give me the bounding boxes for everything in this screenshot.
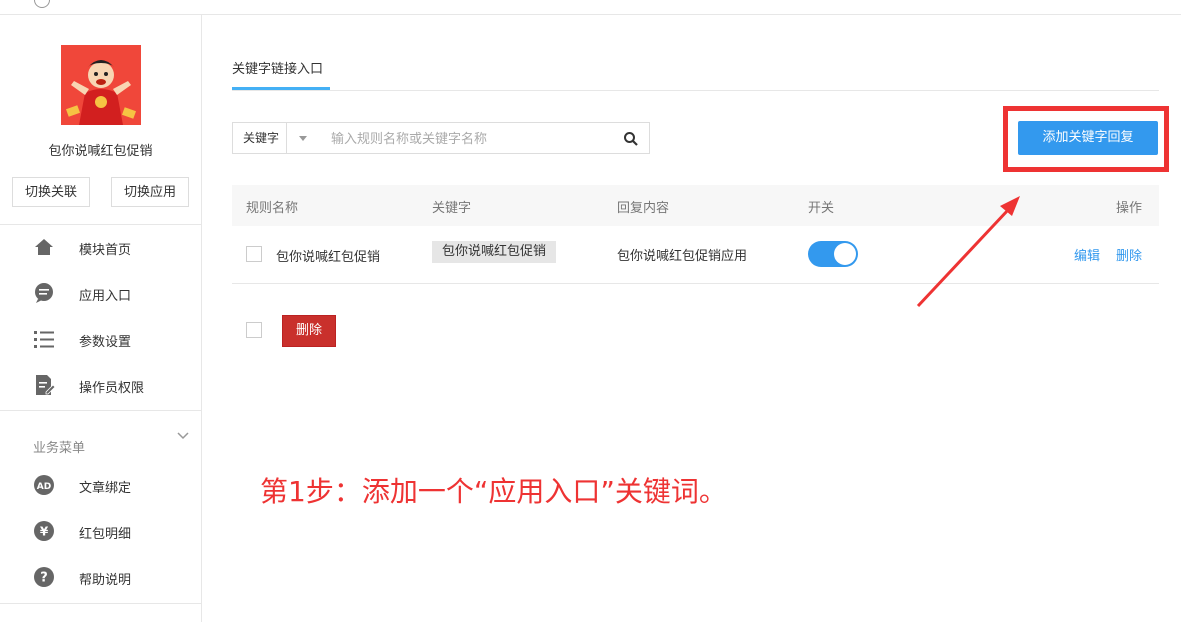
- column-header-switch: 开关: [808, 201, 835, 216]
- column-header-reply-content: 回复内容: [617, 201, 670, 216]
- ad-icon: AD: [34, 475, 54, 495]
- delete-link[interactable]: 删除: [1116, 245, 1142, 264]
- column-header-rule-name: 规则名称: [246, 201, 299, 216]
- sidebar-item-label: 参数设置: [79, 335, 132, 350]
- sidebar-item-label: 操作员权限: [79, 381, 145, 396]
- table-header: 规则名称 关键字 回复内容 开关 操作: [232, 185, 1159, 226]
- keyword-tag: 包你说喊红包促销: [432, 241, 557, 263]
- chevron-down-icon[interactable]: [176, 429, 190, 443]
- search-input[interactable]: [329, 128, 613, 150]
- reply-content-cell: 包你说喊红包促销应用: [617, 249, 748, 264]
- app-avatar: [61, 45, 141, 125]
- column-header-actions: 操作: [1116, 201, 1143, 216]
- enable-switch[interactable]: [808, 241, 858, 267]
- list-icon: [34, 331, 54, 348]
- sidebar-item-label: 帮助说明: [79, 573, 132, 588]
- sidebar-item-label: 模块首页: [79, 243, 132, 258]
- search-icon[interactable]: [623, 131, 639, 147]
- sidebar-item-label: 应用入口: [79, 289, 132, 304]
- row-checkbox[interactable]: [246, 246, 262, 262]
- sidebar-item-parameter-settings[interactable]: 参数设置: [0, 317, 201, 363]
- annotation-highlight-box: [1003, 106, 1169, 172]
- tab-keyword-link-entry[interactable]: 关键字链接入口: [232, 58, 323, 77]
- sidebar-item-app-entry[interactable]: 应用入口: [0, 271, 201, 317]
- column-header-keyword: 关键字: [432, 201, 472, 216]
- app-name: 包你说喊红包促销: [48, 144, 153, 159]
- switch-app-button[interactable]: 切换应用: [111, 177, 189, 207]
- yen-icon: ¥: [34, 521, 54, 541]
- top-bar: [0, 0, 1181, 15]
- sidebar: 包你说喊红包促销 切换关联 切换应用 模块首页 应用入口 参数设置 操作员权限 …: [0, 15, 202, 622]
- annotation-text: 第1步：添加一个“应用入口”关键词。: [260, 475, 727, 508]
- edit-doc-icon: [36, 375, 55, 395]
- top-bar-icon: [34, 0, 50, 8]
- divider: [0, 410, 201, 411]
- rule-name-cell: 包你说喊红包促销: [276, 250, 381, 265]
- edit-link[interactable]: 编辑: [1074, 245, 1100, 264]
- business-menu-title: 业务菜单: [33, 441, 86, 456]
- sidebar-item-operator-permissions[interactable]: 操作员权限: [0, 363, 201, 409]
- table-row: 包你说喊红包促销 包你说喊红包促销 包你说喊红包促销应用 编辑 删除: [232, 226, 1159, 284]
- svg-text:AD: AD: [37, 482, 51, 492]
- svg-text:¥: ¥: [40, 525, 49, 539]
- tab-bar-divider: [232, 90, 1159, 91]
- sidebar-item-label: 红包明细: [79, 527, 132, 542]
- caret-down-icon[interactable]: [299, 136, 307, 141]
- select-all-checkbox[interactable]: [246, 322, 262, 338]
- sidebar-item-article-binding[interactable]: AD 文章绑定: [0, 463, 201, 509]
- bulk-delete-button[interactable]: 删除: [282, 315, 336, 347]
- sidebar-item-help[interactable]: ? 帮助说明: [0, 555, 201, 601]
- sidebar-item-module-home[interactable]: 模块首页: [0, 225, 201, 271]
- switch-association-button[interactable]: 切换关联: [12, 177, 90, 207]
- avatar-illustration: [61, 45, 141, 125]
- chat-icon: [35, 283, 53, 303]
- search-bar: 关键字: [232, 122, 650, 154]
- sidebar-item-red-packet-details[interactable]: ¥ 红包明细: [0, 509, 201, 555]
- question-icon: ?: [34, 567, 54, 587]
- sidebar-item-label: 文章绑定: [79, 481, 132, 496]
- svg-text:?: ?: [40, 571, 48, 586]
- home-icon: [35, 239, 53, 255]
- divider: [0, 603, 201, 604]
- switch-knob: [834, 243, 856, 265]
- search-type-select[interactable]: 关键字: [233, 123, 287, 153]
